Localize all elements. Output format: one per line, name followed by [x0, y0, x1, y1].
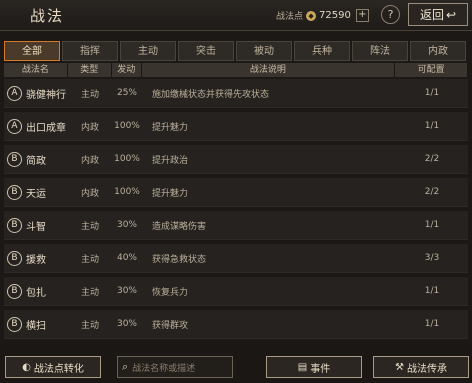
skill-row[interactable]: B 简政 内政 100% 提升政治 2/2 [4, 145, 468, 174]
grade-badge: B [7, 316, 22, 332]
skill-name: 援救 [26, 254, 46, 266]
skill-rate: 40% [116, 253, 137, 263]
skill-description: 提升政治 [152, 155, 189, 166]
tab-all[interactable]: 全部 [4, 41, 60, 61]
skill-rate: 100% [114, 187, 140, 197]
tab-formation[interactable]: 阵法 [352, 41, 408, 61]
skill-description: 施加缴械状态并获得先攻状态 [152, 89, 270, 100]
inherit-skill-button[interactable]: ⚒ 战法传承 [373, 356, 469, 378]
search-input[interactable]: ⌕ 战法名称或描述 [117, 356, 233, 378]
skill-name: 骁健神行 [26, 89, 66, 101]
column-header-config: 可配置 [395, 63, 467, 77]
skill-description: 获得群攻 [152, 320, 189, 331]
skill-name: 简政 [26, 155, 46, 167]
skill-row[interactable]: B 援救 主动 40% 获得急救状态 3/3 [4, 244, 468, 273]
skill-rate: 30% [116, 319, 137, 329]
skill-description: 造成谋略伤害 [152, 221, 207, 232]
book-icon: ▤ [297, 361, 308, 373]
skill-config: 3/3 [424, 253, 440, 263]
page-title: 战法 [30, 7, 65, 25]
skill-row[interactable]: B 横扫 主动 30% 获得群攻 1/1 [4, 310, 468, 339]
tab-internal[interactable]: 内政 [410, 41, 466, 61]
tab-command[interactable]: 指挥 [62, 41, 118, 61]
back-label: 返回 [419, 8, 444, 22]
category-tabs: 全部 指挥 主动 突击 被动 兵种 阵法 内政 [4, 41, 468, 61]
hammer-icon: ⚒ [395, 361, 404, 373]
convert-icon: ◐ [22, 361, 31, 373]
skill-type: 主动 [80, 287, 99, 298]
column-header-type: 类型 [67, 63, 111, 77]
skill-row[interactable]: B 包扎 主动 30% 恢复兵力 1/1 [4, 277, 468, 306]
skill-description: 获得急救状态 [152, 254, 207, 265]
skill-row[interactable]: B 天运 内政 100% 提升魅力 2/2 [4, 178, 468, 207]
skill-row[interactable]: A 出口成章 内政 100% 提升魅力 1/1 [4, 112, 468, 141]
column-header-name: 战法名 [4, 63, 67, 77]
skill-points-display: 战法点 ◆ 72590 + [276, 9, 369, 22]
convert-label: 战法点转化 [33, 363, 84, 375]
skill-points-label: 战法点 [276, 12, 304, 22]
event-label: 事件 [310, 363, 331, 375]
header-bar: 战法 战法点 ◆ 72590 + ? 返回 ↩ [0, 0, 472, 31]
skill-type: 主动 [80, 320, 99, 331]
tab-active[interactable]: 主动 [120, 41, 176, 61]
inherit-label: 战法传承 [406, 363, 447, 375]
skill-rate: 30% [116, 286, 137, 296]
grade-badge: B [7, 151, 22, 167]
skill-name: 天运 [26, 188, 46, 200]
skill-type: 主动 [80, 254, 99, 265]
skill-type: 内政 [80, 155, 99, 166]
tab-passive[interactable]: 被动 [236, 41, 292, 61]
skill-type: 内政 [80, 122, 99, 133]
skill-description: 提升魅力 [152, 122, 189, 133]
skill-name: 横扫 [26, 320, 46, 332]
skill-type: 主动 [80, 89, 99, 100]
skill-config: 1/1 [424, 121, 440, 131]
skill-rate: 100% [114, 154, 140, 164]
grade-badge: B [7, 184, 22, 200]
back-button[interactable]: 返回 ↩ [408, 3, 468, 26]
column-header-rate: 发动 [111, 63, 141, 77]
skill-config: 2/2 [424, 154, 440, 164]
skill-rate: 100% [114, 121, 140, 131]
skill-description: 恢复兵力 [152, 287, 189, 298]
column-header-description: 战法说明 [141, 63, 395, 77]
skill-config: 1/1 [424, 319, 440, 329]
skill-type: 主动 [80, 221, 99, 232]
skill-list: A 骁健神行 主动 25% 施加缴械状态并获得先攻状态 1/1 A 出口成章 内政 … [4, 79, 468, 343]
skill-rate: 25% [116, 88, 137, 98]
skill-config: 1/1 [424, 220, 440, 230]
help-button[interactable]: ? [381, 5, 400, 24]
grade-badge: A [7, 118, 22, 134]
skill-config: 2/2 [424, 187, 440, 197]
coin-icon: ◆ [306, 10, 317, 21]
skill-config: 1/1 [424, 286, 440, 296]
tab-assault[interactable]: 突击 [178, 41, 234, 61]
skill-rate: 30% [116, 220, 137, 230]
table-header: 战法名 类型 发动 战法说明 可配置 [4, 63, 468, 77]
skill-type: 内政 [80, 188, 99, 199]
tab-troop[interactable]: 兵种 [294, 41, 350, 61]
skill-config: 1/1 [424, 88, 440, 98]
skill-description: 提升魅力 [152, 188, 189, 199]
skill-row[interactable]: B 斗智 主动 30% 造成谋略伤害 1/1 [4, 211, 468, 240]
convert-points-button[interactable]: ◐ 战法点转化 [5, 356, 101, 378]
search-icon: ⌕ [122, 360, 129, 373]
skill-name: 出口成章 [26, 122, 66, 134]
search-placeholder: 战法名称或描述 [132, 363, 196, 374]
skill-name: 包扎 [26, 287, 46, 299]
skill-name: 斗智 [26, 221, 46, 233]
skill-row[interactable]: A 骁健神行 主动 25% 施加缴械状态并获得先攻状态 1/1 [4, 79, 468, 108]
event-button[interactable]: ▤ 事件 [266, 356, 362, 378]
grade-badge: B [7, 283, 22, 299]
grade-badge: B [7, 250, 22, 266]
add-points-button[interactable]: + [355, 9, 369, 22]
skill-points-value: 72590 [319, 10, 351, 21]
grade-badge: B [7, 217, 22, 233]
grade-badge: A [7, 85, 22, 101]
return-arrow-icon: ↩ [445, 7, 457, 22]
